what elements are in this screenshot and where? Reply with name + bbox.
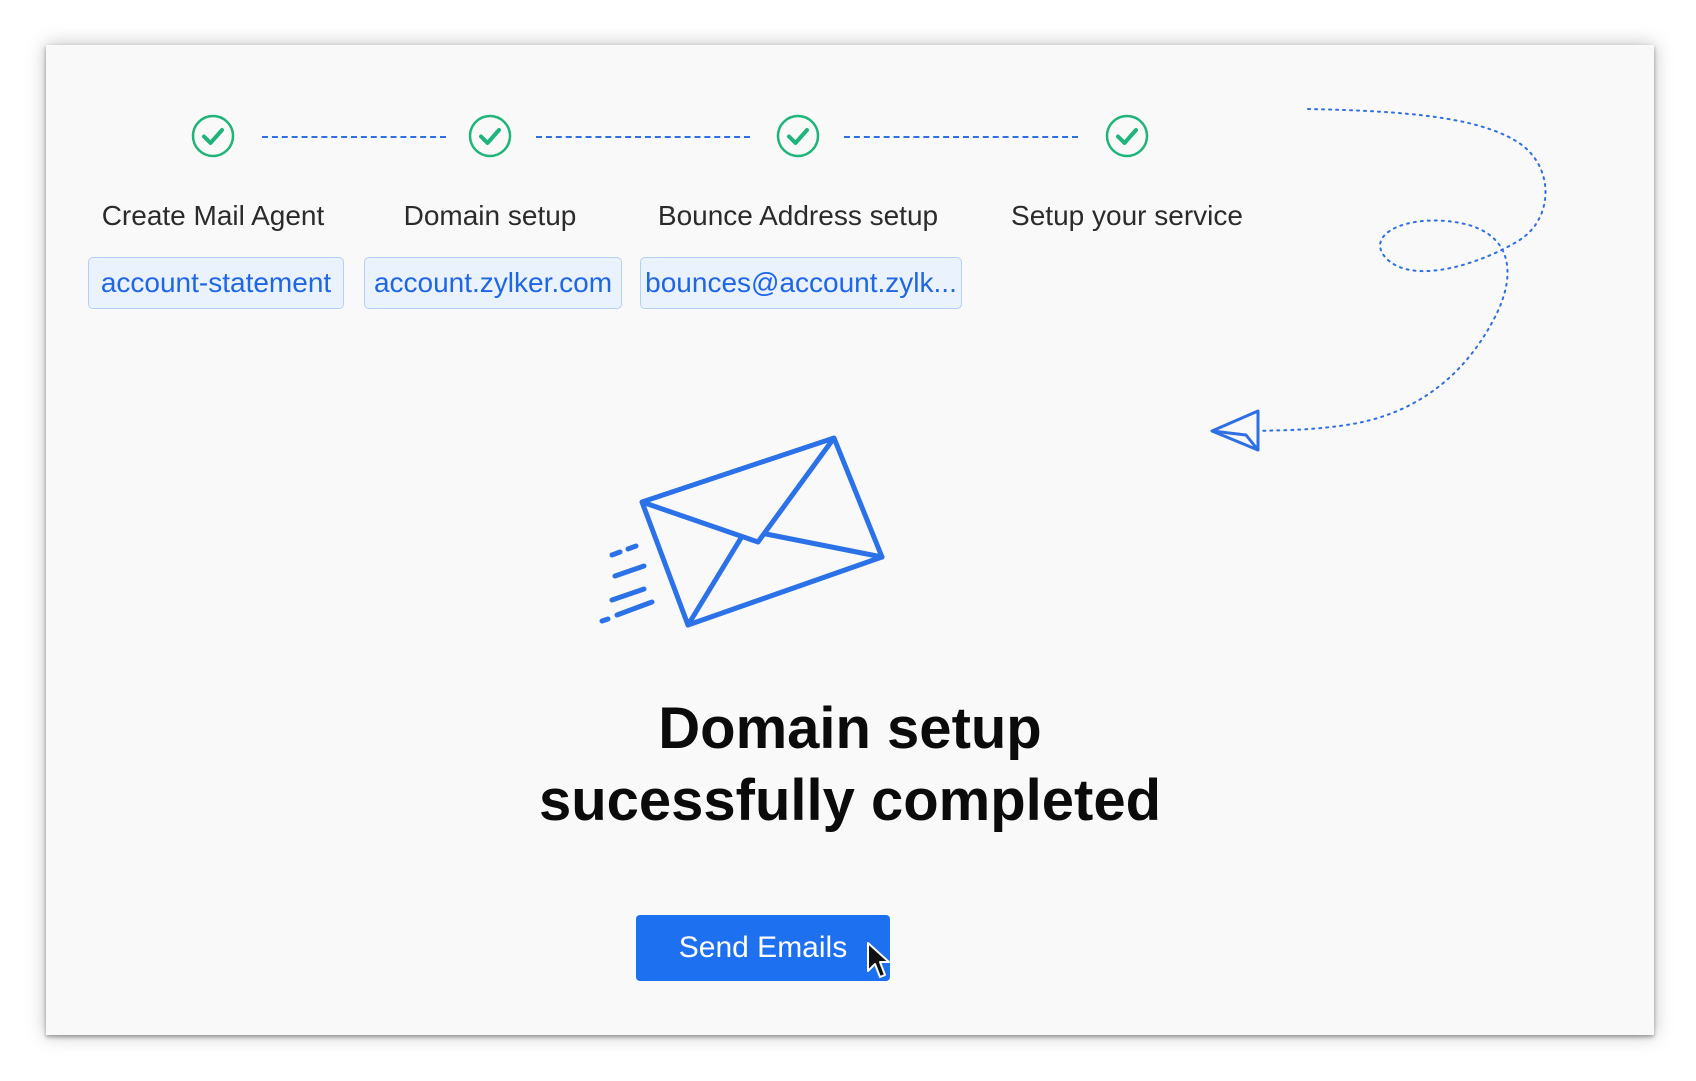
step-connector: [536, 136, 750, 138]
mail-agent-chip[interactable]: account-statement: [88, 257, 344, 309]
step-3-label: Bounce Address setup: [657, 200, 939, 231]
step-1-check-icon: [191, 114, 235, 158]
envelope-icon: [639, 435, 885, 628]
send-emails-button[interactable]: Send Emails: [636, 915, 890, 981]
illustration: [599, 108, 1547, 628]
flight-path: [1257, 108, 1547, 432]
step-4-label: Setup your service: [1011, 200, 1243, 231]
mouse-cursor-icon: [867, 942, 890, 978]
step-1-label: Create Mail Agent: [101, 200, 325, 231]
step-connector: [262, 136, 446, 138]
success-message-line-2: sucessfully completed: [538, 768, 1162, 833]
paper-plane-icon: [1210, 409, 1260, 452]
step-2-check-icon: [468, 114, 512, 158]
bounce-address-chip[interactable]: bounces@account.zylk...: [640, 257, 962, 309]
step-2-label: Domain setup: [403, 200, 577, 231]
success-message-line-1: Domain setup: [658, 696, 1042, 761]
step-3-check-icon: [776, 114, 820, 158]
speed-lines: [599, 543, 655, 624]
domain-chip[interactable]: account.zylker.com: [364, 257, 622, 309]
step-connector: [844, 136, 1078, 138]
success-message: Domain setup sucessfully completed: [46, 693, 1654, 837]
step-4-check-icon: [1105, 114, 1149, 158]
setup-complete-card: Create Mail Agent Domain setup Bounce Ad…: [46, 45, 1654, 1035]
